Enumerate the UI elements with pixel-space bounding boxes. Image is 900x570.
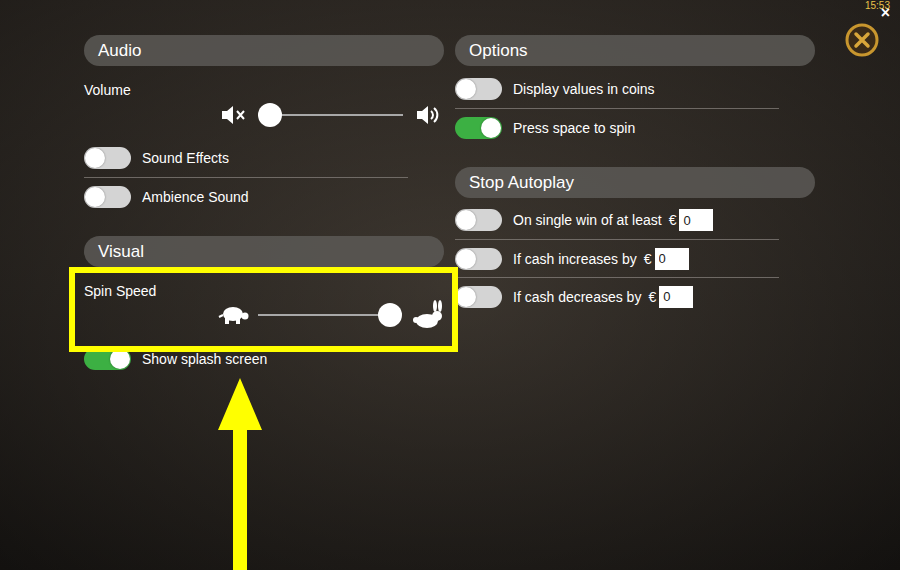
toggle-label: Show splash screen [142,350,267,368]
threshold-input[interactable] [679,209,713,231]
slider-knob[interactable] [258,103,282,127]
left-column: Audio Volume Sound Effects Ambience Sound Vi… [84,35,444,378]
close-icon[interactable] [845,23,879,57]
options-header: Options [455,35,815,66]
toggle-label: Display values in coins [513,80,655,98]
toggle-switch[interactable] [455,78,502,100]
toggle-switch[interactable] [455,209,502,231]
toggle-knob [85,187,105,207]
section-title: Audio [98,41,141,61]
volume-label: Volume [84,82,444,98]
toggle-label: Sound Effects [142,149,229,167]
toggle-knob [85,148,105,168]
highlight-box [69,267,458,352]
toggle-label: Press space to spin [513,119,635,137]
close-glyph: × [881,5,890,21]
rabbit-icon [411,300,444,330]
audio-header: Audio [84,35,444,66]
section-title: Options [469,41,528,61]
right-column: Options Display values in coins Press spac… [455,35,815,378]
stop-autoplay-header: Stop Autoplay [455,167,815,198]
toggle-row: Press space to spin [455,108,779,146]
toggle-knob [456,210,476,230]
threshold-input[interactable] [655,248,689,270]
section-title: Visual [98,242,144,262]
turtle-icon [218,305,250,325]
autoplay-rule-row: If cash decreases by € [455,277,779,315]
visual-header: Visual [84,236,444,267]
toggle-row: Display values in coins [455,70,779,108]
currency-symbol: € [644,250,652,268]
toggle-switch[interactable] [455,248,502,270]
currency-symbol: € [669,211,677,229]
toggle-switch[interactable] [84,147,131,169]
spin-speed-label: Spin Speed [84,283,444,299]
spin-speed-slider [84,300,444,330]
toggle-switch[interactable] [84,186,131,208]
currency-symbol: € [648,288,656,306]
threshold-input[interactable] [659,286,693,308]
toggle-switch[interactable] [84,348,131,370]
toggle-row: Ambience Sound [84,177,408,215]
arrow-icon [218,378,262,570]
toggle-switch[interactable] [455,117,502,139]
toggle-knob [110,349,130,369]
toggle-row: Show splash screen [84,340,408,378]
slider-track [258,114,403,116]
speaker-icon [415,103,441,127]
volume-slider [84,100,444,130]
rule-label: On single win of at least [513,211,662,229]
mute-icon [220,103,246,127]
toggle-knob [456,287,476,307]
slider-track [258,314,390,316]
rule-label: If cash decreases by [513,288,641,306]
autoplay-rule-row: If cash increases by € [455,239,779,277]
toggle-knob [456,79,476,99]
toggle-knob [481,118,501,138]
toggle-switch[interactable] [455,286,502,308]
rule-label: If cash increases by [513,250,637,268]
autoplay-rule-row: On single win of at least € [455,201,779,239]
slider-knob[interactable] [378,303,402,327]
toggle-label: Ambience Sound [142,188,249,206]
toggle-row: Sound Effects [84,139,408,177]
toggle-knob [456,249,476,269]
section-title: Stop Autoplay [469,173,574,193]
